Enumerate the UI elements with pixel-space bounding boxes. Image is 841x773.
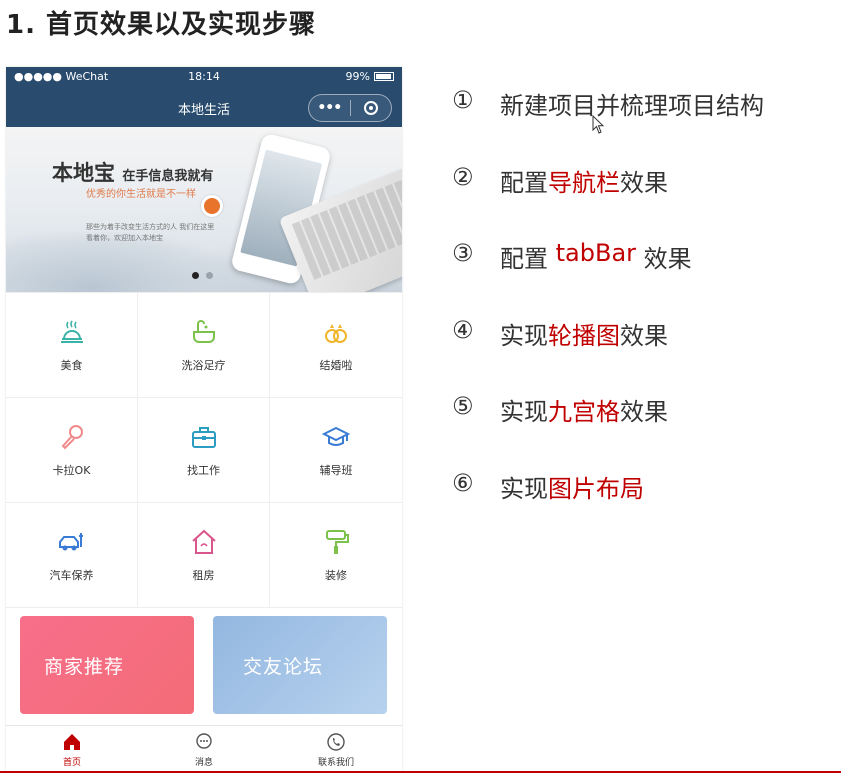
step-number: ⑥ xyxy=(452,468,474,497)
slide-title: 1. 首页效果以及实现步骤 xyxy=(6,10,317,40)
step-number: ① xyxy=(452,86,474,114)
mouse-cursor-icon xyxy=(592,115,605,134)
grid-label: 卡拉OK xyxy=(52,464,91,477)
step-highlight: 图片布局 xyxy=(548,474,644,503)
grid-item-tutoring[interactable]: 辅导班 xyxy=(270,398,402,503)
tab-messages[interactable]: 消息 xyxy=(138,726,270,773)
grid-label: 美食 xyxy=(60,359,83,372)
more-button[interactable]: ••• xyxy=(309,100,350,116)
close-miniprogram-button[interactable] xyxy=(350,101,391,115)
phone-icon xyxy=(327,732,345,751)
step-number: ③ xyxy=(452,239,474,267)
grid-label: 辅导班 xyxy=(319,464,353,477)
step-number: ⑤ xyxy=(452,392,474,420)
step-text: 实现 xyxy=(500,474,548,503)
home-icon xyxy=(64,733,80,750)
grid-label: 洗浴足疗 xyxy=(181,359,226,372)
step-highlight: tabBar xyxy=(555,239,637,267)
grid-item-job[interactable]: 找工作 xyxy=(138,398,270,503)
step-text-tail: 效果 xyxy=(620,398,668,426)
swiper-dot-active[interactable] xyxy=(192,272,199,279)
car-icon xyxy=(58,533,83,551)
grid-item-karaoke[interactable]: 卡拉OK xyxy=(6,398,138,503)
status-bar: ●●●●● WeChat 18:14 99% xyxy=(6,67,402,87)
tab-contact[interactable]: 联系我们 xyxy=(270,726,402,773)
food-icon xyxy=(60,320,83,343)
battery-indicator: 99% xyxy=(346,70,394,83)
steps-list: ① 新建项目并梳理项目结构 ② 配置 导航栏 效果 ③ 配置 tabBar 效果 ④… xyxy=(452,86,764,545)
step-text: 配置 xyxy=(500,168,548,197)
tab-label: 联系我们 xyxy=(317,757,354,768)
step-item: ② 配置 导航栏 效果 xyxy=(452,163,764,240)
grid-label: 租房 xyxy=(192,569,215,582)
battery-percent: 99% xyxy=(345,70,370,83)
step-item: ⑤ 实现 九宫格 效果 xyxy=(452,392,764,469)
grid-label: 结婚啦 xyxy=(319,359,353,372)
navigation-bar: 本地生活 ••• xyxy=(6,87,402,127)
step-item: ④ 实现 轮播图 效果 xyxy=(452,316,764,393)
category-grid: 美食 洗浴足疗 结婚啦 卡拉OK 找工作 辅导班 汽车保养 租房 装修 xyxy=(6,292,402,608)
swiper-dot[interactable] xyxy=(206,272,213,279)
briefcase-icon xyxy=(191,427,216,448)
target-icon xyxy=(363,101,378,115)
step-text-tail: 效果 xyxy=(620,321,668,350)
microphone-icon xyxy=(61,425,83,450)
merchant-card[interactable]: 商家推荐 xyxy=(20,616,194,714)
step-item: ⑥ 实现 图片布局 xyxy=(452,469,764,546)
grid-label: 装修 xyxy=(325,569,347,582)
forum-card[interactable]: 交友论坛 xyxy=(213,616,387,714)
step-text: 新建项目并梳理项目结构 xyxy=(500,92,764,120)
step-text: 实现 xyxy=(500,398,548,426)
step-text: 实现 xyxy=(500,321,548,350)
image-layout: 商家推荐 交友论坛 xyxy=(6,616,402,716)
bath-icon xyxy=(192,320,215,343)
step-highlight: 轮播图 xyxy=(548,321,620,350)
grid-item-car[interactable]: 汽车保养 xyxy=(6,503,138,608)
step-number: ② xyxy=(452,162,474,191)
tab-label: 消息 xyxy=(194,757,213,768)
swiper-indicator xyxy=(192,272,213,279)
step-item: ③ 配置 tabBar 效果 xyxy=(452,239,764,316)
banner-subline: 优秀的你生活就是不一样 xyxy=(86,189,196,200)
banner-headline: 本地宝 在手信息我就有 xyxy=(52,157,213,187)
phone-mockup: ●●●●● WeChat 18:14 99% 本地生活 ••• 本地宝 在手信息… xyxy=(6,67,402,773)
step-item: ① 新建项目并梳理项目结构 xyxy=(452,86,764,163)
grid-item-renovation[interactable]: 装修 xyxy=(270,503,402,608)
banner-headline-main: 本地宝 xyxy=(52,161,115,185)
step-highlight: 九宫格 xyxy=(548,398,620,426)
slide: 1. 首页效果以及实现步骤 ●●●●● WeChat 18:14 99% 本地生… xyxy=(0,0,841,773)
grid-item-rent[interactable]: 租房 xyxy=(138,503,270,608)
paint-roller-icon xyxy=(326,530,349,554)
banner-description: 那些为着手改变生活方式的人 我们在这里看着你，欢迎加入本地宝 xyxy=(86,223,215,242)
rings-icon xyxy=(325,324,347,343)
tab-home[interactable]: 首页 xyxy=(6,726,138,773)
house-icon xyxy=(191,529,216,554)
status-time: 18:14 xyxy=(188,70,220,83)
banner-swiper[interactable]: 本地宝 在手信息我就有 优秀的你生活就是不一样 那些为着手改变生活方式的人 我们… xyxy=(6,127,402,292)
message-icon xyxy=(196,732,212,749)
step-number: ④ xyxy=(452,315,474,344)
grid-label: 找工作 xyxy=(187,464,220,477)
grid-item-bath[interactable]: 洗浴足疗 xyxy=(138,293,270,398)
capsule-menu: ••• xyxy=(308,94,392,122)
step-text-tail: 效果 xyxy=(636,245,692,273)
banner-headline-tail: 在手信息我就有 xyxy=(122,169,214,184)
grid-item-food[interactable]: 美食 xyxy=(6,293,138,398)
step-highlight: 导航栏 xyxy=(548,168,620,197)
step-text-tail: 效果 xyxy=(620,168,668,197)
tab-bar: 首页 消息 联系我们 xyxy=(6,725,402,773)
grid-item-wedding[interactable]: 结婚啦 xyxy=(270,293,402,398)
step-text: 配置 xyxy=(500,245,556,273)
tab-label: 首页 xyxy=(62,757,81,768)
battery-icon xyxy=(374,72,394,81)
graduation-cap-icon xyxy=(321,426,351,446)
grid-label: 汽车保养 xyxy=(49,569,94,582)
coffee-cup-icon xyxy=(201,195,223,217)
